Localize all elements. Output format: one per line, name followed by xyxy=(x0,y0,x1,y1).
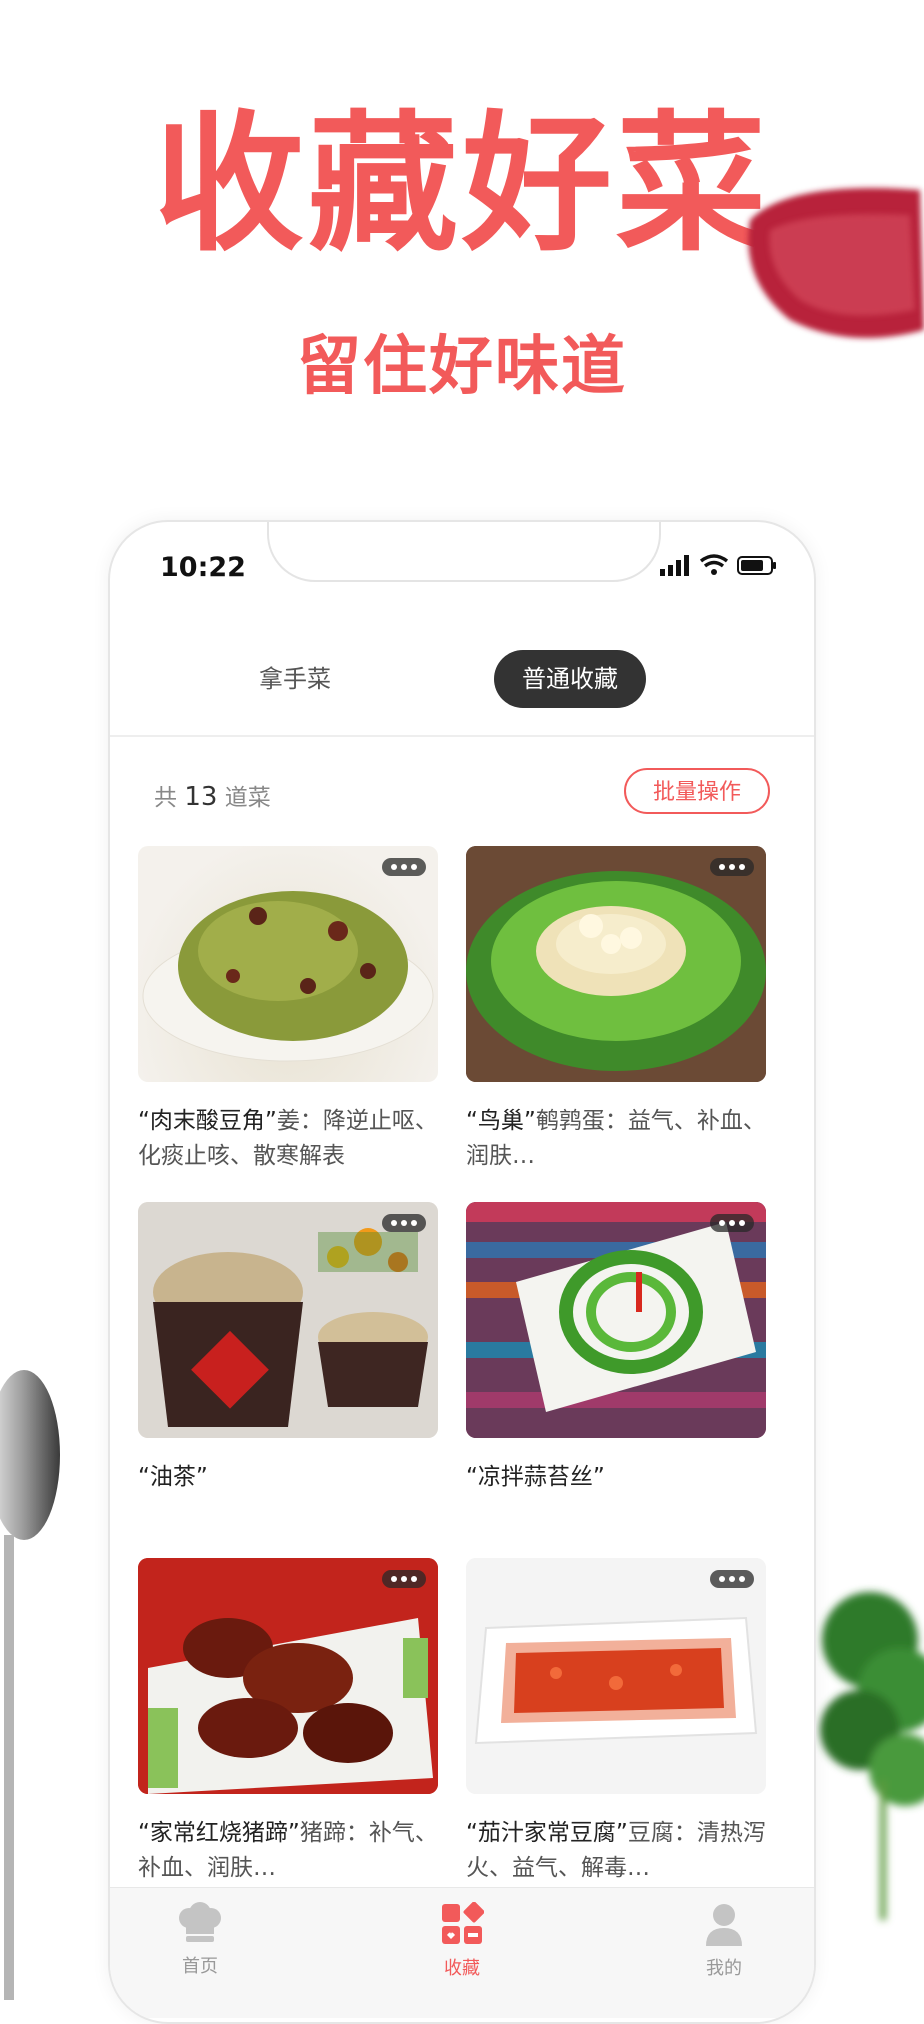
dish-count: 共 13 道菜 xyxy=(154,778,271,812)
garlic-scape-photo xyxy=(466,1202,766,1438)
parsley-decoration xyxy=(820,1592,924,1920)
nav-home[interactable]: 首页 xyxy=(130,1902,270,1978)
dish-image[interactable] xyxy=(466,1202,766,1438)
bottom-navigation: 首页 收藏 我的 xyxy=(110,1887,814,2018)
meat-decoration xyxy=(748,188,924,338)
dish-image[interactable] xyxy=(138,846,438,1082)
phone-frame: 10:22 拿手菜 普通收藏 共 13 道菜 批量操作 “肉末酸豆角”姜：降逆止… xyxy=(108,520,816,2024)
count-number: 13 xyxy=(184,782,218,812)
pork-trotter-photo xyxy=(138,1558,438,1794)
dish-card[interactable]: “油茶” xyxy=(138,1202,438,1495)
dish-card[interactable]: “凉拌蒜苔丝” xyxy=(466,1202,766,1495)
profile-icon xyxy=(706,1904,742,1946)
count-suffix: 道菜 xyxy=(224,785,271,811)
more-options-button[interactable] xyxy=(382,1214,426,1232)
dish-caption: “凉拌蒜苔丝” xyxy=(466,1460,766,1495)
dish-name: “鸟巢” xyxy=(466,1108,536,1134)
dish-card[interactable]: “肉末酸豆角”姜：降逆止呕、化痰止咳、散寒解表 xyxy=(138,846,438,1174)
dish-card[interactable]: “鸟巢”鹌鹑蛋：益气、补血、润肤… xyxy=(466,846,766,1174)
more-options-button[interactable] xyxy=(710,858,754,876)
nav-profile[interactable]: 我的 xyxy=(654,1902,794,1980)
spoon-decoration xyxy=(0,1370,60,2000)
status-time: 10:22 xyxy=(160,552,246,583)
signal-icon xyxy=(660,555,689,576)
bird-nest-photo xyxy=(466,846,766,1082)
dish-image[interactable] xyxy=(466,1558,766,1794)
tab-regular-collection[interactable]: 普通收藏 xyxy=(494,650,646,708)
batch-operation-button[interactable]: 批量操作 xyxy=(624,768,770,814)
more-options-button[interactable] xyxy=(382,1570,426,1588)
battery-icon xyxy=(737,556,776,575)
dish-image[interactable] xyxy=(138,1558,438,1794)
nav-home-label: 首页 xyxy=(182,1956,218,1977)
sour-beans-photo xyxy=(142,891,434,1062)
dish-caption: “茄汁家常豆腐”豆腐：清热泻火、益气、解毒… xyxy=(466,1816,766,1886)
phone-notch xyxy=(267,522,661,582)
more-options-button[interactable] xyxy=(710,1570,754,1588)
collection-tabs: 拿手菜 普通收藏 xyxy=(110,650,814,710)
dish-name: “凉拌蒜苔丝” xyxy=(466,1464,605,1490)
status-icons xyxy=(660,554,776,576)
count-prefix: 共 xyxy=(154,785,177,811)
nav-collection-label: 收藏 xyxy=(444,1958,480,1979)
dish-name: “家常红烧猪蹄” xyxy=(138,1820,300,1846)
dish-image[interactable] xyxy=(466,846,766,1082)
more-options-button[interactable] xyxy=(382,858,426,876)
dish-caption: “家常红烧猪蹄”猪蹄：补气、补血、润肤… xyxy=(138,1816,438,1886)
dish-name: “油茶” xyxy=(138,1464,208,1490)
dish-image[interactable] xyxy=(138,1202,438,1438)
wifi-icon xyxy=(699,554,729,575)
dish-caption: “肉末酸豆角”姜：降逆止呕、化痰止咳、散寒解表 xyxy=(138,1104,438,1174)
nav-profile-label: 我的 xyxy=(706,1958,742,1979)
dish-caption: “鸟巢”鹌鹑蛋：益气、补血、润肤… xyxy=(466,1104,766,1174)
tab-signature-dishes[interactable]: 拿手菜 xyxy=(230,650,360,708)
tomato-tofu-photo xyxy=(466,1558,766,1794)
dish-name: “肉末酸豆角” xyxy=(138,1108,277,1134)
more-options-button[interactable] xyxy=(710,1214,754,1232)
collection-icon xyxy=(442,1901,485,1944)
oil-tea-photo xyxy=(138,1202,438,1438)
dish-card[interactable]: “家常红烧猪蹄”猪蹄：补气、补血、润肤… xyxy=(138,1558,438,1886)
dish-card[interactable]: “茄汁家常豆腐”豆腐：清热泻火、益气、解毒… xyxy=(466,1558,766,1886)
dish-name: “茄汁家常豆腐” xyxy=(466,1820,628,1846)
dish-caption: “油茶” xyxy=(138,1460,438,1495)
divider xyxy=(110,735,814,737)
chef-hat-icon xyxy=(179,1902,221,1942)
nav-collection[interactable]: 收藏 xyxy=(392,1901,532,1980)
